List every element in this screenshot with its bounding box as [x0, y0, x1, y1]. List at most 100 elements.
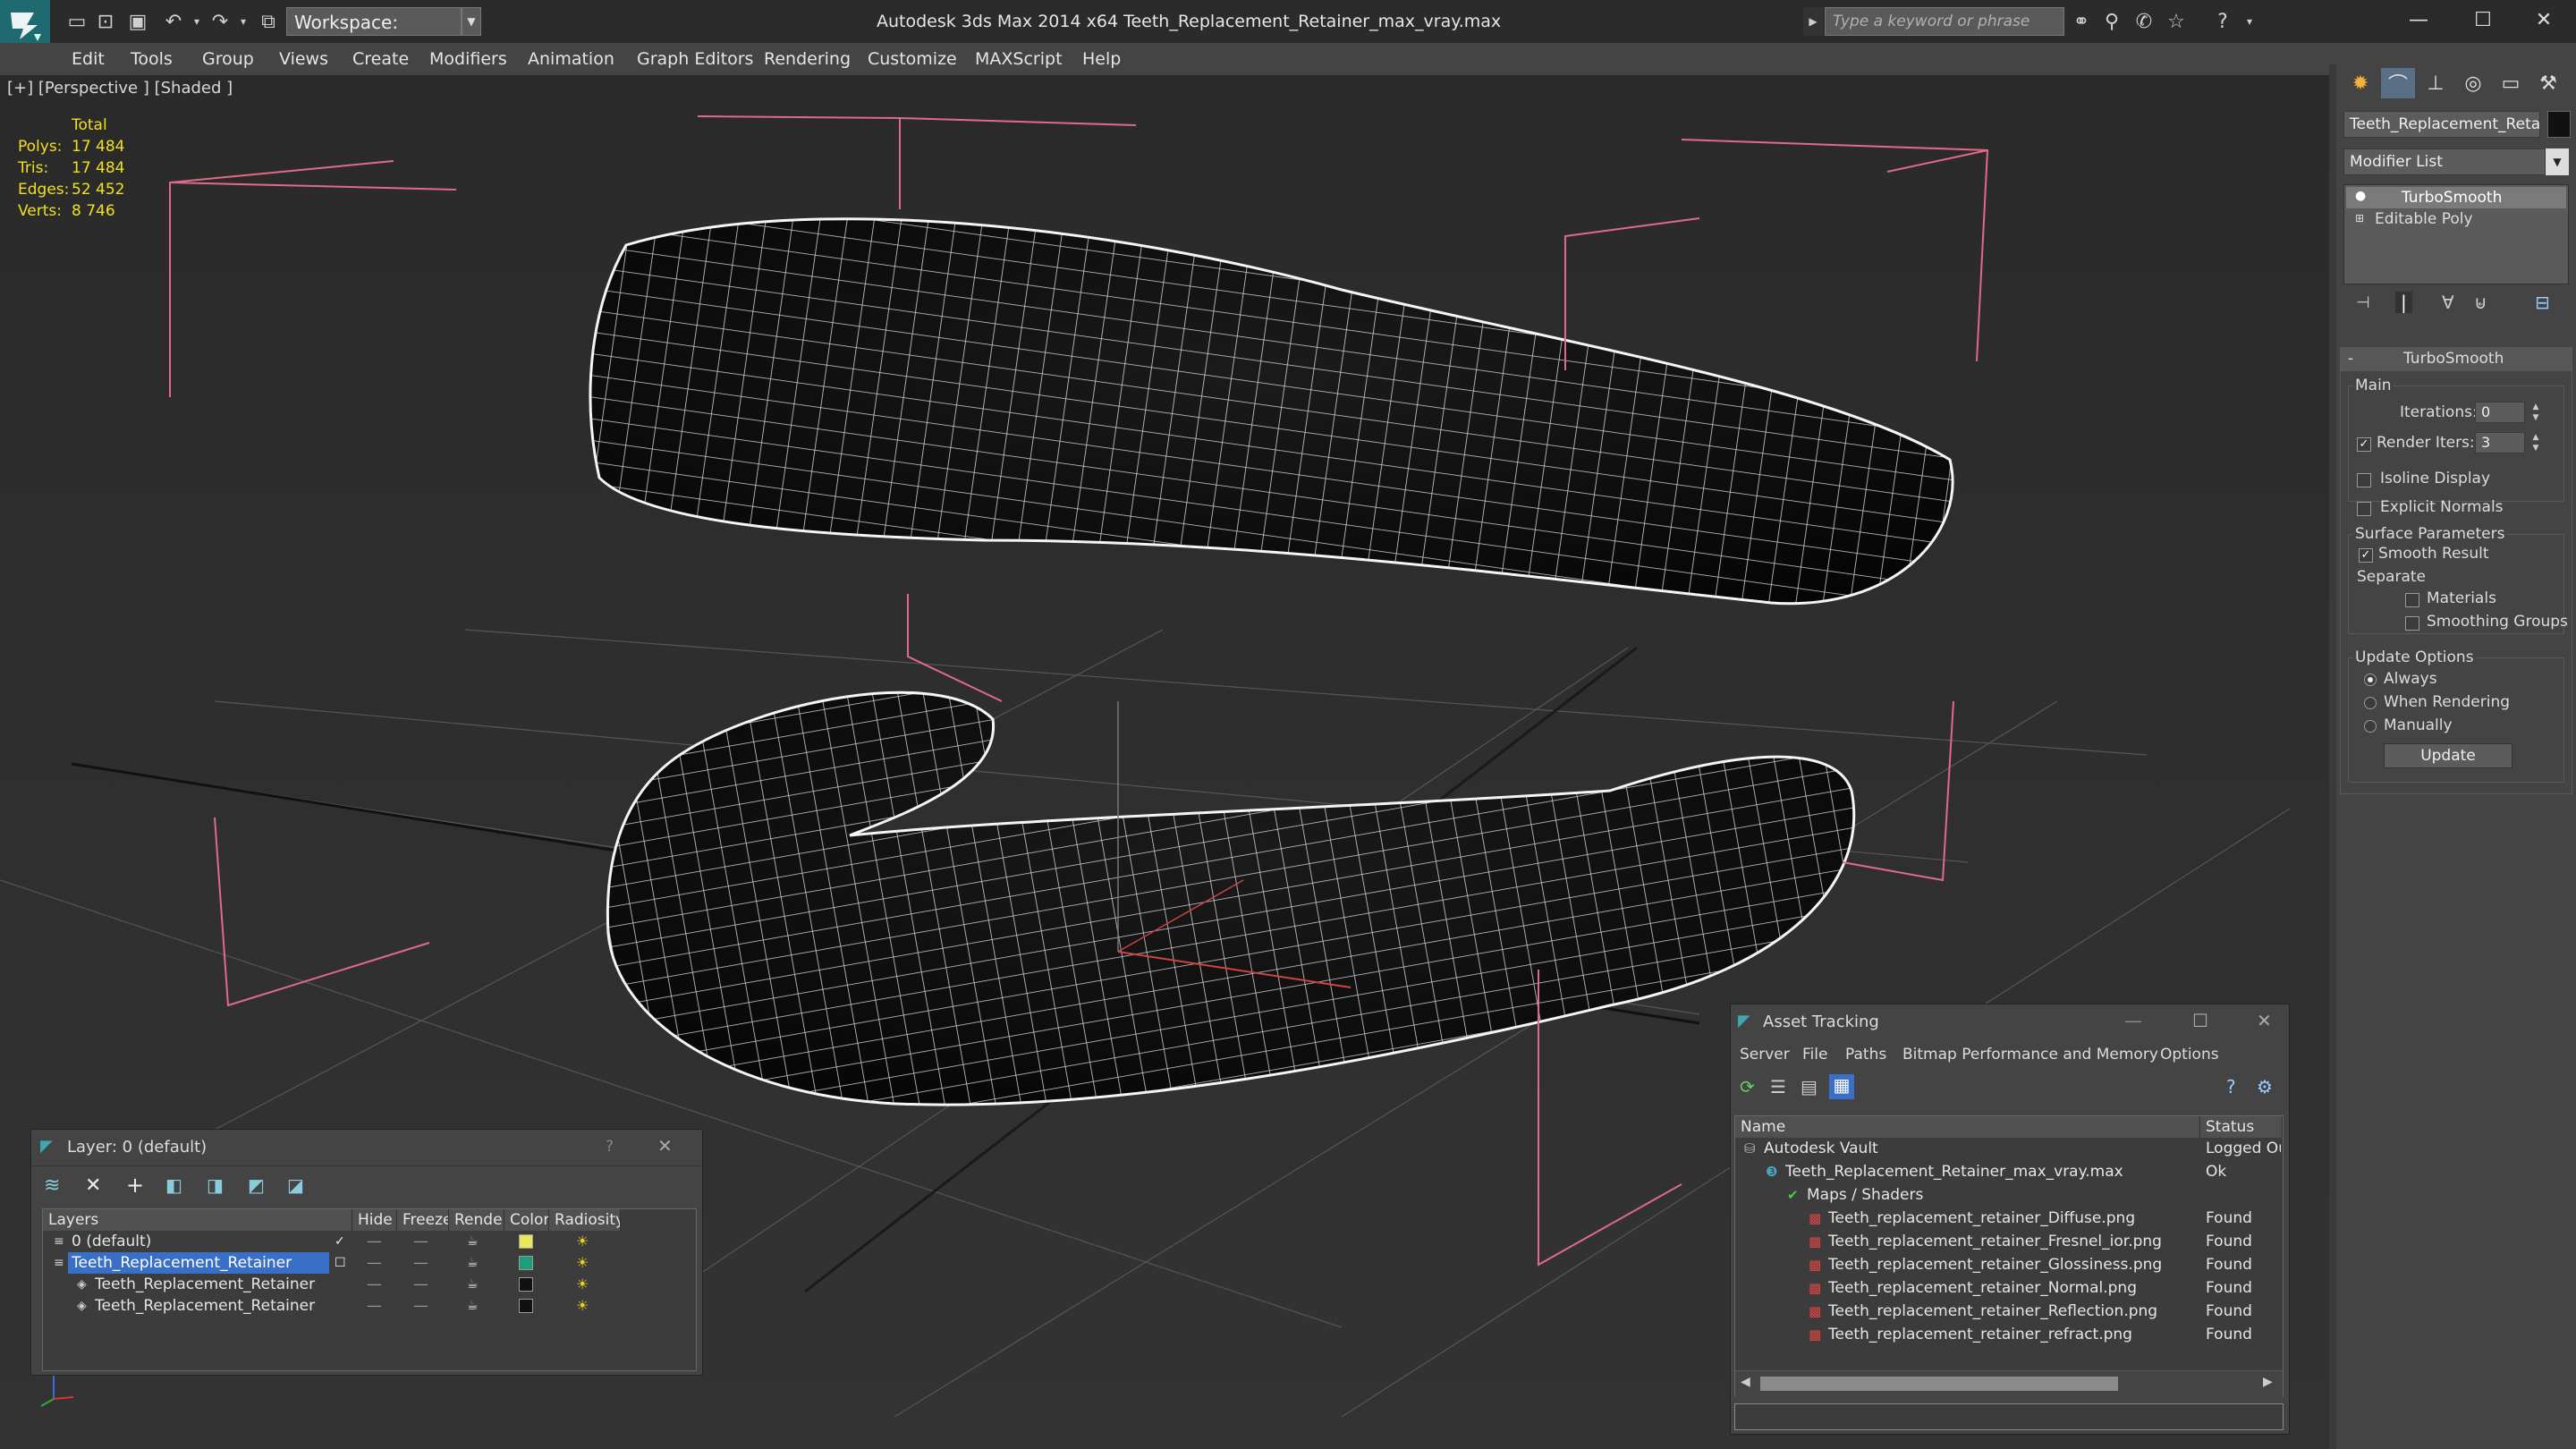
help-dropdown-icon[interactable]: ▾ — [2236, 7, 2263, 36]
asset-row[interactable]: ⛁ Autodesk Vault Logged Out — [1735, 1138, 2283, 1159]
radiosity-icon[interactable]: ☀ — [576, 1252, 589, 1274]
modifier-list-arrow-icon[interactable]: ▼ — [2546, 148, 2569, 175]
scroll-right-icon[interactable]: ▶ — [2263, 1375, 2273, 1389]
asset-maximize-icon[interactable]: ☐ — [2192, 1010, 2208, 1031]
rollout-header[interactable]: - TurboSmooth — [2341, 348, 2572, 371]
menu-animation[interactable]: Animation — [528, 43, 614, 75]
communication-center-icon[interactable]: ✆ — [2131, 7, 2157, 36]
layer-row[interactable]: ≡ Teeth_Replacement_Retainer ☐ — — ☕ ☀ — [43, 1252, 615, 1274]
layer-name[interactable]: Teeth_Replacement_Retainer — [91, 1295, 318, 1317]
motion-tab-icon[interactable]: ◎ — [2456, 68, 2490, 98]
table-view-icon[interactable]: ▦ — [1829, 1074, 1854, 1099]
object-color-swatch[interactable] — [2547, 111, 2571, 138]
maximize-icon[interactable]: ☐ — [2451, 0, 2515, 39]
expand-plus-icon[interactable]: ⊞ — [2355, 212, 2364, 225]
asset-help-icon[interactable]: ? — [2226, 1076, 2236, 1097]
tree-view-icon[interactable]: ▤ — [1801, 1076, 1818, 1097]
asset-row[interactable]: ▩ Teeth_replacement_retainer_Reflection.p… — [1735, 1301, 2283, 1322]
render-iters-field[interactable]: 3 — [2475, 432, 2525, 453]
stack-item-turbosmooth[interactable]: ● TurboSmooth — [2346, 187, 2566, 208]
make-unique-icon[interactable]: ∀ — [2442, 292, 2454, 313]
asset-name[interactable]: Autodesk Vault — [1764, 1138, 1878, 1159]
menu-rendering[interactable]: Rendering — [764, 43, 851, 75]
highlight-layer-icon[interactable]: ◨ — [207, 1174, 224, 1196]
undo-dropdown-icon[interactable]: ▾ — [184, 9, 209, 34]
manually-radio[interactable] — [2364, 720, 2377, 733]
asset-settings-icon[interactable]: ⚙ — [2257, 1076, 2273, 1097]
asset-horizontal-scrollbar[interactable]: ◀ ▶ — [1735, 1370, 2283, 1396]
render-teapot-icon[interactable]: ☕ — [467, 1252, 479, 1274]
asset-name[interactable]: Teeth_replacement_retainer_refract.png — [1828, 1324, 2132, 1345]
menu-create[interactable]: Create — [352, 43, 409, 75]
freeze-all-icon[interactable]: ◪ — [287, 1174, 304, 1196]
asset-menu-options[interactable]: Options — [2160, 1046, 2219, 1063]
iterations-spinner-icon[interactable]: ▲ ▼ — [2529, 402, 2543, 423]
hide-toggle[interactable]: — — [367, 1252, 382, 1274]
materials-checkbox[interactable] — [2405, 593, 2419, 607]
asset-menu-bitmap-performance[interactable]: Bitmap Performance and Memory — [1902, 1046, 2158, 1063]
viewport-label[interactable]: [+] [Perspective ] [Shaded ] — [7, 79, 233, 97]
freeze-toggle[interactable]: — — [413, 1274, 428, 1295]
collapse-minus-icon[interactable]: - — [2348, 350, 2353, 368]
redo-icon[interactable]: ↷ — [208, 9, 233, 34]
smoothing-groups-checkbox[interactable] — [2405, 616, 2419, 631]
asset-close-icon[interactable]: ✕ — [2257, 1010, 2272, 1031]
asset-minimize-icon[interactable]: — — [2124, 1010, 2142, 1031]
close-icon[interactable]: ✕ — [2512, 0, 2576, 39]
asset-row[interactable]: ▩ Teeth_replacement_retainer_Normal.png Fo… — [1735, 1277, 2283, 1299]
col-hide[interactable]: Hide — [352, 1209, 397, 1231]
render-teapot-icon[interactable]: ☕ — [467, 1231, 479, 1252]
asset-name[interactable]: Teeth_Replacement_Retainer_max_vray.max — [1785, 1161, 2123, 1182]
hide-toggle[interactable]: — — [367, 1231, 382, 1252]
menu-customize[interactable]: Customize — [868, 43, 957, 75]
active-layer-check-icon[interactable]: ✓ — [335, 1231, 345, 1252]
hierarchy-tab-icon[interactable]: ⊥ — [2419, 68, 2453, 98]
stack-item-editable-poly[interactable]: ⊞ Editable Poly — [2346, 208, 2566, 230]
isoline-display-checkbox[interactable] — [2357, 473, 2371, 487]
pin-stack-icon[interactable]: ⊣ — [2356, 293, 2370, 312]
layer-name[interactable]: Teeth_Replacement_Retainer — [91, 1274, 318, 1295]
lightbulb-icon[interactable]: ● — [2355, 189, 2366, 203]
asset-row[interactable]: ❸ Teeth_Replacement_Retainer_max_vray.max… — [1735, 1161, 2283, 1182]
asset-row[interactable]: ▩ Teeth_replacement_retainer_Diffuse.png F… — [1735, 1208, 2283, 1229]
search-box[interactable] — [1825, 7, 2085, 36]
open-file-icon[interactable]: ⊡ — [93, 9, 118, 34]
asset-menu-server[interactable]: Server — [1740, 1046, 1790, 1063]
asset-row[interactable]: ✔ Maps / Shaders — [1735, 1184, 2283, 1206]
smooth-result-checkbox[interactable]: ✓ — [2359, 548, 2373, 563]
scrollbar-thumb[interactable] — [1760, 1377, 2118, 1391]
utilities-tab-icon[interactable]: ⚒ — [2531, 68, 2565, 98]
remove-modifier-icon[interactable]: ⊌ — [2474, 292, 2487, 313]
configure-modifier-sets-icon[interactable]: ⊟ — [2535, 292, 2550, 313]
favorites-star-icon[interactable]: ☆ — [2163, 7, 2190, 36]
current-layer-box-icon[interactable]: ☐ — [335, 1252, 346, 1274]
render-teapot-icon[interactable]: ☕ — [467, 1295, 479, 1317]
asset-name[interactable]: Teeth_replacement_retainer_Fresnel_ior.p… — [1828, 1231, 2162, 1252]
layer-name[interactable]: Teeth_Replacement_Retainer — [68, 1252, 329, 1274]
new-file-icon[interactable]: ▭ — [64, 9, 89, 34]
asset-name[interactable]: Teeth_replacement_retainer_Normal.png — [1828, 1277, 2137, 1299]
update-button[interactable]: Update — [2384, 743, 2512, 768]
add-selection-icon[interactable]: + — [126, 1173, 144, 1198]
menu-graph-editors[interactable]: Graph Editors — [637, 43, 753, 75]
modifier-stack[interactable]: ● TurboSmooth ⊞ Editable Poly — [2343, 184, 2569, 284]
asset-path-field[interactable] — [1734, 1403, 2284, 1430]
modify-tab-icon[interactable]: ⌒ — [2381, 68, 2415, 98]
col-radiosity[interactable]: Radiosity — [549, 1209, 621, 1231]
layer-help-icon[interactable]: ? — [606, 1138, 614, 1156]
when-rendering-radio[interactable] — [2364, 697, 2377, 709]
asset-menu-file[interactable]: File — [1802, 1046, 1827, 1063]
help-icon[interactable]: ? — [2209, 7, 2236, 36]
layer-row[interactable]: ◈ Teeth_Replacement_Retainer — — ☕ ☀ — [43, 1274, 615, 1295]
show-end-result-icon[interactable]: | — [2395, 292, 2412, 313]
explicit-normals-checkbox[interactable] — [2357, 502, 2371, 516]
refresh-icon[interactable]: ⟳ — [1740, 1076, 1755, 1097]
hide-toggle[interactable]: — — [367, 1274, 382, 1295]
layer-row[interactable]: ≡ 0 (default) ✓ — — ☕ ☀ — [43, 1231, 615, 1252]
asset-col-status[interactable]: Status — [2200, 1116, 2283, 1138]
asset-row[interactable]: ▩ Teeth_replacement_retainer_Fresnel_ior.… — [1735, 1231, 2283, 1252]
asset-row[interactable]: ▩ Teeth_replacement_retainer_Glossiness.p… — [1735, 1254, 2283, 1275]
asset-name[interactable]: Teeth_replacement_retainer_Glossiness.pn… — [1828, 1254, 2162, 1275]
iterations-field[interactable]: 0 — [2475, 402, 2525, 423]
col-freeze[interactable]: Freeze — [397, 1209, 449, 1231]
